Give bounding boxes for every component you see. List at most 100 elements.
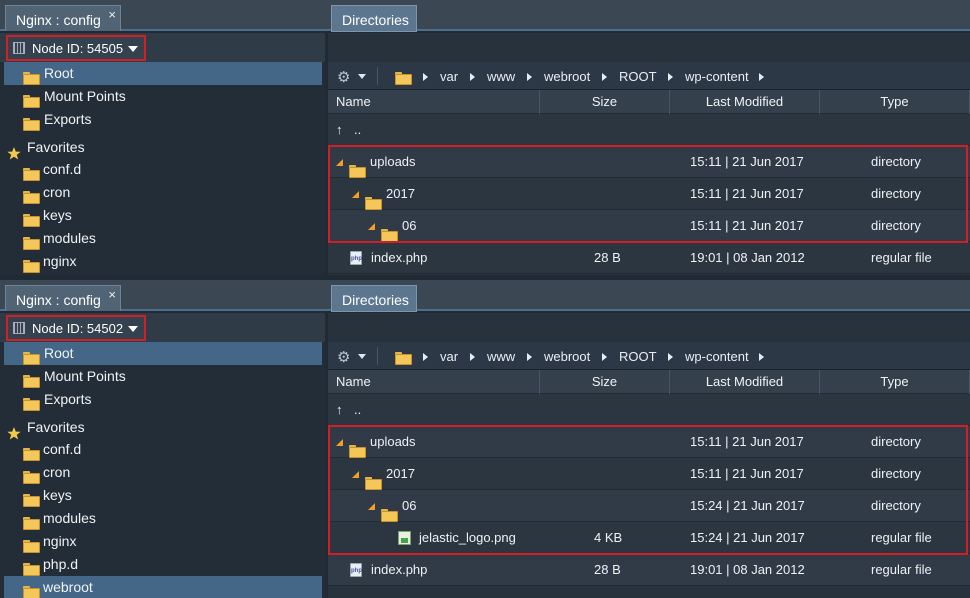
file-name: 06 xyxy=(402,498,417,513)
breadcrumb-item-ROOT[interactable]: ROOT xyxy=(619,349,657,364)
tab-directories[interactable]: Directories xyxy=(331,5,417,32)
tree-item-root[interactable]: Root xyxy=(4,62,322,85)
folder-icon xyxy=(23,118,40,131)
table-row[interactable]: 2017 15:11 | 21 Jun 2017 directory xyxy=(328,458,970,490)
file-modified: 15:11 | 21 Jun 2017 xyxy=(690,218,804,233)
favorite-item-keys[interactable]: keys xyxy=(0,204,325,227)
favorite-item-label: keys xyxy=(43,487,72,503)
chevron-down-icon xyxy=(128,326,138,332)
chevron-right-icon xyxy=(527,353,532,361)
parent-directory-row[interactable]: ↑.. xyxy=(328,114,970,146)
node-selector-button[interactable]: Node ID: 54502 xyxy=(6,315,146,341)
column-type[interactable]: Type xyxy=(820,90,970,114)
chevron-down-icon xyxy=(128,46,138,52)
favorite-item-label: nginx xyxy=(43,253,77,269)
node-selector-button[interactable]: Node ID: 54505 xyxy=(6,35,146,61)
gear-icon[interactable]: ⚙ xyxy=(337,68,350,86)
breadcrumb-item-var[interactable]: var xyxy=(440,349,458,364)
close-icon[interactable]: × xyxy=(108,287,116,302)
chevron-down-icon[interactable] xyxy=(358,74,366,79)
breadcrumb-root-folder[interactable] xyxy=(395,351,412,366)
chevron-right-icon xyxy=(470,73,475,81)
file-size: 28 B xyxy=(594,562,621,577)
breadcrumb-item-webroot[interactable]: webroot xyxy=(544,69,590,84)
table-row[interactable]: uploads 15:11 | 21 Jun 2017 directory xyxy=(328,426,970,458)
breadcrumb-item-ROOT[interactable]: ROOT xyxy=(619,69,657,84)
tree-item-label: Exports xyxy=(44,391,92,407)
favorite-item-keys[interactable]: keys xyxy=(0,484,325,507)
table-row[interactable]: uploads 15:11 | 21 Jun 2017 directory xyxy=(328,146,970,178)
tree-item-exports[interactable]: Exports xyxy=(0,388,325,411)
expand-triangle-icon[interactable] xyxy=(336,439,343,446)
tab-title: Nginx : config xyxy=(16,292,101,308)
file-name: uploads xyxy=(370,154,416,169)
file-type: directory xyxy=(871,498,921,513)
tab-nginx-config[interactable]: Nginx : config × xyxy=(5,285,121,311)
table-row[interactable]: index.php 28 B 19:01 | 08 Jan 2012 regular … xyxy=(328,554,970,586)
file-name: 2017 xyxy=(386,186,415,201)
tree-item-mount-points[interactable]: Mount Points xyxy=(0,85,325,108)
table-row[interactable]: 2017 15:11 | 21 Jun 2017 directory xyxy=(328,178,970,210)
breadcrumb-item-wp-content[interactable]: wp-content xyxy=(685,349,749,364)
column-header: Name Size Last Modified Type xyxy=(328,90,970,114)
tab-nginx-config[interactable]: Nginx : config × xyxy=(5,5,121,31)
table-row[interactable]: jelastic_logo.png 4 KB 15:24 | 21 Jun 2017… xyxy=(328,522,970,554)
tree-item-root[interactable]: Root xyxy=(4,342,322,365)
column-name[interactable]: Name xyxy=(328,370,540,394)
favorites-header: Favorites xyxy=(0,411,325,440)
gear-icon[interactable]: ⚙ xyxy=(337,348,350,366)
close-icon[interactable]: × xyxy=(108,7,116,22)
expand-triangle-icon[interactable] xyxy=(368,503,375,510)
favorite-item-nginx[interactable]: nginx xyxy=(0,250,325,273)
chevron-down-icon[interactable] xyxy=(358,354,366,359)
folder-icon xyxy=(23,72,40,85)
favorite-item-conf-d[interactable]: conf.d xyxy=(0,158,325,181)
column-modified[interactable]: Last Modified xyxy=(670,370,820,394)
folder-icon xyxy=(23,471,40,484)
breadcrumb-item-www[interactable]: www xyxy=(487,69,515,84)
table-row[interactable]: 06 15:11 | 21 Jun 2017 directory xyxy=(328,210,970,242)
divider xyxy=(377,347,378,365)
table-row[interactable]: 06 15:24 | 21 Jun 2017 directory xyxy=(328,490,970,522)
table-row[interactable]: index.php 28 B 19:01 | 08 Jan 2012 regular … xyxy=(328,242,970,274)
breadcrumb-item-wp-content[interactable]: wp-content xyxy=(685,69,749,84)
file-type: regular file xyxy=(871,250,932,265)
chevron-right-icon xyxy=(423,73,428,81)
chevron-right-icon xyxy=(423,353,428,361)
folder-icon xyxy=(23,398,40,411)
breadcrumb-item-var[interactable]: var xyxy=(440,69,458,84)
breadcrumb-item-webroot[interactable]: webroot xyxy=(544,349,590,364)
column-modified[interactable]: Last Modified xyxy=(670,90,820,114)
column-type[interactable]: Type xyxy=(820,370,970,394)
expand-triangle-icon[interactable] xyxy=(352,191,359,198)
tree-item-mount-points[interactable]: Mount Points xyxy=(0,365,325,388)
favorite-item-cron[interactable]: cron xyxy=(0,461,325,484)
expand-triangle-icon[interactable] xyxy=(336,159,343,166)
favorite-item-webroot[interactable]: webroot xyxy=(4,576,322,598)
favorite-item-php-d[interactable]: php.d xyxy=(0,553,325,576)
breadcrumb-item-www[interactable]: www xyxy=(487,349,515,364)
file-modified: 15:11 | 21 Jun 2017 xyxy=(690,186,804,201)
breadcrumb-root-folder[interactable] xyxy=(395,71,412,86)
favorite-item-conf-d[interactable]: conf.d xyxy=(0,438,325,461)
tree-pane: Node ID: 54505 Root Mount Points Exports Fav… xyxy=(0,33,325,275)
tree-item-exports[interactable]: Exports xyxy=(0,108,325,131)
column-header: Name Size Last Modified Type xyxy=(328,370,970,394)
node-label: Node ID: 54502 xyxy=(32,321,124,336)
parent-directory-row[interactable]: ↑.. xyxy=(328,394,970,426)
folder-icon xyxy=(349,445,366,458)
file-name: 06 xyxy=(402,218,417,233)
favorite-item-modules[interactable]: modules xyxy=(0,227,325,250)
favorite-item-nginx[interactable]: nginx xyxy=(0,530,325,553)
php-file-icon xyxy=(350,251,362,265)
expand-triangle-icon[interactable] xyxy=(368,223,375,230)
favorite-item-cron[interactable]: cron xyxy=(0,181,325,204)
column-size[interactable]: Size xyxy=(540,370,670,394)
column-size[interactable]: Size xyxy=(540,90,670,114)
tab-directories[interactable]: Directories xyxy=(331,285,417,312)
favorite-item-modules[interactable]: modules xyxy=(0,507,325,530)
column-name[interactable]: Name xyxy=(328,90,540,114)
expand-triangle-icon[interactable] xyxy=(352,471,359,478)
favorite-item-label: webroot xyxy=(43,579,93,595)
tree-item-label: Mount Points xyxy=(44,368,126,384)
